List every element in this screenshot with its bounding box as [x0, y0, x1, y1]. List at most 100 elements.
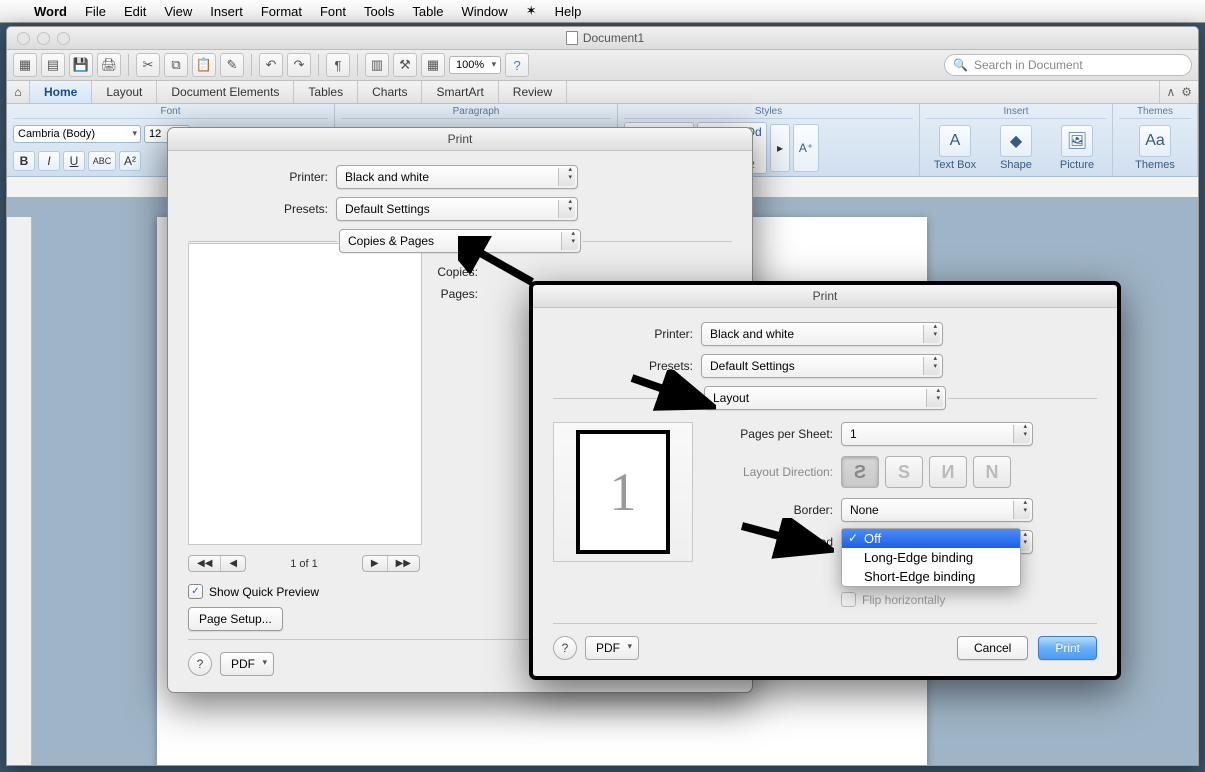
printer-label-2: Printer: — [553, 327, 701, 341]
media-browser-icon[interactable]: ▦ — [421, 53, 445, 77]
styles-pane-icon[interactable]: A⁺ — [793, 124, 819, 172]
picture-icon: 🖼 — [1061, 125, 1093, 157]
printer-label: Printer: — [188, 170, 336, 184]
layout-dir-1[interactable]: Ƨ — [841, 456, 879, 488]
print-icon[interactable]: 🖨 — [97, 53, 121, 77]
mac-menu-bar: Word File Edit View Insert Format Font T… — [0, 0, 1205, 23]
tab-document-elements[interactable]: Document Elements — [157, 81, 294, 103]
ribbon-settings-icon[interactable]: ⚙ — [1181, 85, 1192, 99]
insert-textbox-button[interactable]: A Text Box — [930, 125, 980, 171]
layout-dir-2[interactable]: S — [885, 456, 923, 488]
pps-select[interactable]: 1 — [841, 422, 1033, 446]
two-sided-option-off[interactable]: Off — [842, 529, 1020, 548]
pdf-menu-button[interactable]: PDF — [220, 652, 274, 676]
menu-insert[interactable]: Insert — [210, 4, 243, 19]
pdf-menu-button-2[interactable]: PDF — [585, 636, 639, 660]
printer-select[interactable]: Black and white — [336, 165, 578, 189]
save-icon[interactable]: 💾 — [69, 53, 93, 77]
window-titlebar: Document1 — [7, 27, 1198, 50]
page-setup-button[interactable]: Page Setup... — [188, 607, 283, 631]
new-icon[interactable]: ▦ — [13, 53, 37, 77]
border-select[interactable]: None — [841, 498, 1033, 522]
print-button-2[interactable]: Print — [1038, 636, 1097, 660]
layout-preview-page: 1 — [576, 430, 670, 554]
font-name-select[interactable]: Cambria (Body) — [13, 125, 141, 143]
layout-dir-3[interactable]: И — [929, 456, 967, 488]
show-preview-label: Show Quick Preview — [209, 585, 319, 599]
two-sided-option-long[interactable]: Long-Edge binding — [842, 548, 1020, 567]
preview-next-buttons[interactable]: ▶▶▶ — [362, 555, 420, 572]
tab-layout[interactable]: Layout — [92, 81, 157, 103]
bold-button[interactable]: B — [13, 151, 35, 171]
menu-help[interactable]: Help — [555, 4, 582, 19]
zoom-select[interactable]: 100% — [449, 56, 501, 74]
superscript-button[interactable]: A² — [119, 151, 141, 171]
layout-direction-label: Layout Direction: — [713, 465, 841, 479]
paste-icon[interactable]: 📋 — [192, 53, 216, 77]
menu-app-name[interactable]: Word — [34, 4, 67, 19]
menu-table[interactable]: Table — [412, 4, 443, 19]
show-marks-icon[interactable]: ¶ — [326, 53, 350, 77]
menu-window[interactable]: Window — [461, 4, 507, 19]
pps-label: Pages per Sheet: — [713, 427, 841, 441]
insert-picture-button[interactable]: 🖼 Picture — [1052, 125, 1102, 171]
italic-button[interactable]: I — [38, 151, 60, 171]
layout-preview: 1 — [553, 422, 693, 562]
ribbon-collapse-icon[interactable]: ∧ — [1166, 85, 1175, 99]
sidebar-icon[interactable]: ▥ — [365, 53, 389, 77]
preview-prev-buttons[interactable]: ◀◀◀ — [188, 555, 246, 572]
zoom-window-icon[interactable] — [57, 32, 70, 45]
menu-format[interactable]: Format — [261, 4, 302, 19]
styles-more-icon[interactable]: ▸ — [770, 124, 790, 172]
copy-icon[interactable]: ⧉ — [164, 53, 188, 77]
group-themes-title: Themes — [1119, 105, 1191, 119]
tab-home[interactable]: Home — [30, 81, 92, 103]
two-sided-label: Two-Sided — [713, 535, 841, 549]
redo-icon[interactable]: ↷ — [287, 53, 311, 77]
help-icon[interactable]: ? — [505, 53, 529, 77]
open-icon[interactable]: ▤ — [41, 53, 65, 77]
toolbox-icon[interactable]: ⚒ — [393, 53, 417, 77]
strikethrough-button[interactable]: ABC — [88, 151, 116, 171]
menu-file[interactable]: File — [85, 4, 106, 19]
layout-dir-4[interactable]: N — [973, 456, 1011, 488]
show-preview-checkbox[interactable]: ✓ — [188, 584, 203, 599]
printer-select-2[interactable]: Black and white — [701, 322, 943, 346]
document-search-input[interactable]: 🔍 Search in Document — [944, 54, 1192, 76]
help-button[interactable]: ? — [188, 652, 212, 676]
search-icon: 🔍 — [953, 58, 968, 72]
menu-font[interactable]: Font — [320, 4, 346, 19]
menu-tools[interactable]: Tools — [364, 4, 394, 19]
underline-button[interactable]: U — [63, 151, 85, 171]
print-section-select-2[interactable]: Layout — [704, 386, 946, 410]
presets-select-2[interactable]: Default Settings — [701, 354, 943, 378]
menu-view[interactable]: View — [164, 4, 192, 19]
print-section-select[interactable]: Copies & Pages — [339, 229, 581, 253]
presets-select[interactable]: Default Settings — [336, 197, 578, 221]
undo-icon[interactable]: ↶ — [259, 53, 283, 77]
vertical-ruler — [7, 217, 32, 766]
format-painter-icon[interactable]: ✎ — [220, 53, 244, 77]
insert-shape-button[interactable]: ◆ Shape — [991, 125, 1041, 171]
tab-charts[interactable]: Charts — [358, 81, 422, 103]
group-insert-title: Insert — [926, 105, 1106, 119]
tab-smartart[interactable]: SmartArt — [422, 81, 498, 103]
group-font-title: Font — [13, 105, 328, 119]
themes-button[interactable]: Aa Themes — [1130, 125, 1180, 171]
tab-tables[interactable]: Tables — [294, 81, 358, 103]
tab-review[interactable]: Review — [499, 81, 567, 103]
group-styles-title: Styles — [624, 105, 913, 119]
minimize-icon[interactable] — [37, 32, 50, 45]
two-sided-dropdown: Off Long-Edge binding Short-Edge binding — [841, 528, 1021, 587]
flip-horizontal-checkbox[interactable] — [841, 592, 856, 607]
menu-edit[interactable]: Edit — [124, 4, 146, 19]
copies-label: Copies: — [188, 265, 486, 279]
two-sided-option-short[interactable]: Short-Edge binding — [842, 567, 1020, 586]
help-button-2[interactable]: ? — [553, 636, 577, 660]
close-icon[interactable] — [17, 32, 30, 45]
menu-script-icon[interactable]: ✶ — [526, 3, 537, 19]
cancel-button-2[interactable]: Cancel — [957, 636, 1028, 660]
cut-icon[interactable]: ✂ — [136, 53, 160, 77]
dialog-title: Print — [168, 128, 752, 151]
ribbon-home-icon[interactable]: ⌂ — [7, 81, 30, 103]
